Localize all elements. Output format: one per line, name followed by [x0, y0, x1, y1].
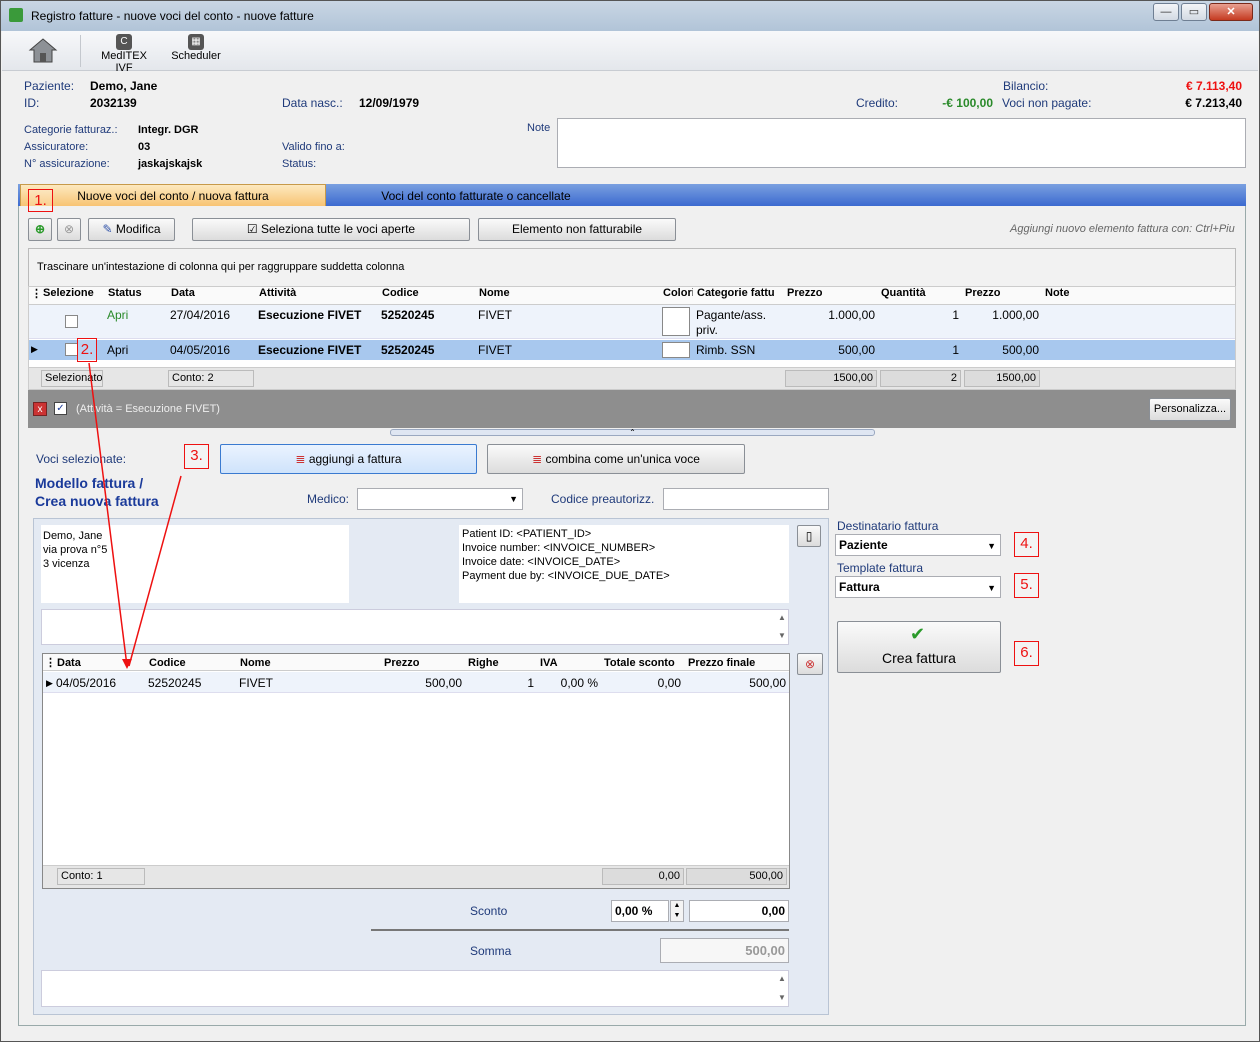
arrow-line — [88, 362, 128, 667]
arrowhead — [122, 659, 132, 669]
app-window: Registro fatture - nuove voci del conto … — [0, 0, 1260, 1042]
arrow-line — [128, 475, 182, 667]
annotation-arrows — [88, 362, 182, 669]
